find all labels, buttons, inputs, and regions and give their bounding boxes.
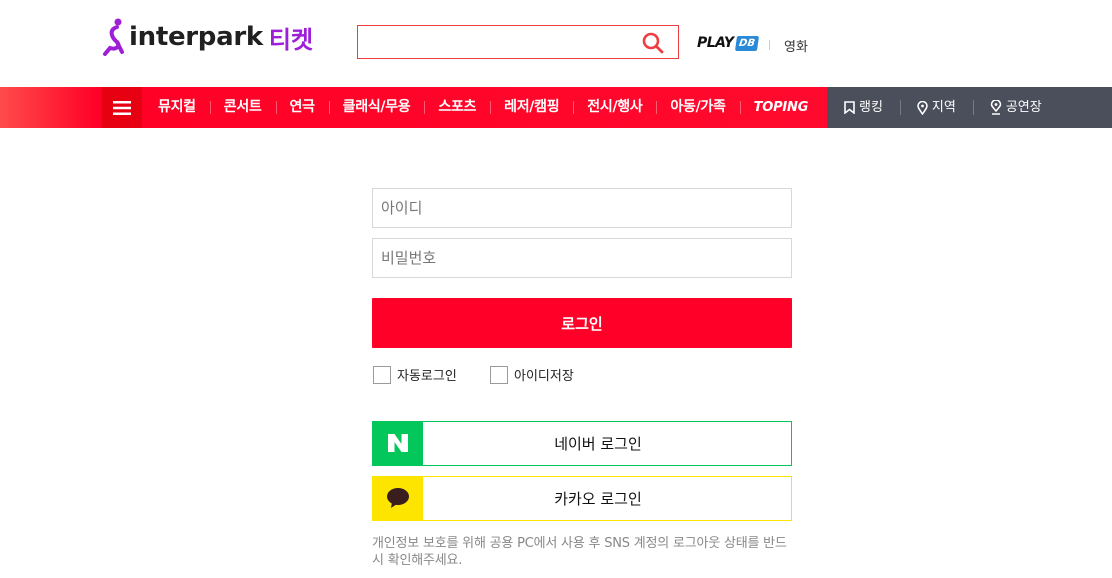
auto-login-option[interactable]: 자동로그인 (373, 365, 457, 384)
nav-ranking[interactable]: 랭킹 (827, 87, 900, 128)
playdb-text: PLAY (697, 35, 734, 51)
auto-login-label: 자동로그인 (397, 369, 457, 384)
location-pin-icon (917, 100, 928, 115)
interpark-logo-icon (103, 18, 124, 56)
movie-link[interactable]: 영화 (784, 36, 808, 55)
nav-region-label: 지역 (931, 100, 956, 115)
login-button[interactable]: 로그인 (372, 298, 792, 348)
category-nav: 뮤지컬 콘서트 연극 클래식/무용 스포츠 레저/캠핑 전시/행사 아동/가족 … (0, 87, 1112, 128)
auto-login-checkbox[interactable] (373, 365, 391, 384)
nav-item-toping[interactable]: TOPING (739, 87, 823, 128)
password-field (372, 238, 792, 278)
nav-venue[interactable]: 공연장 (972, 87, 1059, 128)
save-id-checkbox[interactable] (490, 365, 508, 384)
header-divider (769, 40, 770, 50)
nav-item-classic-dance[interactable]: 클래식/무용 (328, 87, 425, 128)
privacy-notice: 개인정보 보호를 위해 공용 PC에서 사용 후 SNS 계정의 로그아웃 상태… (372, 536, 787, 568)
menu-button[interactable] (102, 87, 142, 128)
password-input[interactable] (373, 239, 789, 277)
top-header: interpark 티켓 PLAY DB 영화 (0, 0, 1112, 87)
id-input[interactable] (373, 189, 789, 227)
hamburger-menu-icon (113, 100, 131, 115)
nav-category-list: 뮤지컬 콘서트 연극 클래식/무용 스포츠 레저/캠핑 전시/행사 아동/가족 … (144, 87, 822, 128)
search-bar (357, 25, 679, 59)
kakao-login-label: 카카오 로그인 (554, 490, 642, 508)
search-icon[interactable] (642, 32, 664, 54)
id-field (372, 188, 792, 228)
nav-item-play[interactable]: 연극 (275, 87, 329, 128)
interpark-ticket-logo[interactable]: interpark 티켓 (102, 18, 313, 56)
kakao-talk-icon (372, 475, 423, 521)
save-id-label: 아이디저장 (514, 369, 574, 384)
nav-right-list: 랭킹 지역 공연장 (827, 87, 1059, 128)
nav-region[interactable]: 지역 (899, 87, 973, 128)
nav-item-kids-family[interactable]: 아동/가족 (656, 87, 739, 128)
nav-item-leisure-camping[interactable]: 레저/캠핑 (490, 87, 573, 128)
nav-item-musical[interactable]: 뮤지컬 (144, 87, 210, 128)
naver-login-label: 네이버 로그인 (554, 435, 642, 453)
nav-item-sports[interactable]: 스포츠 (424, 87, 490, 128)
nav-item-exhibition-event[interactable]: 전시/행사 (573, 87, 656, 128)
bookmark-icon (844, 101, 855, 114)
nav-item-concert[interactable]: 콘서트 (209, 87, 276, 128)
playdb-badge: DB (734, 35, 759, 51)
naver-icon (372, 420, 423, 466)
venue-pin-icon (990, 100, 1002, 115)
logo-ticket-text: 티켓 (268, 25, 314, 54)
playdb-link[interactable]: PLAY DB (697, 35, 759, 51)
save-id-option[interactable]: 아이디저장 (490, 365, 574, 384)
nav-ranking-label: 랭킹 (859, 100, 883, 115)
search-input[interactable] (358, 26, 644, 58)
nav-venue-label: 공연장 (1005, 100, 1042, 115)
logo-wordmark: interpark (129, 22, 263, 52)
kakao-login-button[interactable]: 카카오 로그인 (372, 475, 792, 521)
naver-login-button[interactable]: 네이버 로그인 (372, 420, 792, 466)
